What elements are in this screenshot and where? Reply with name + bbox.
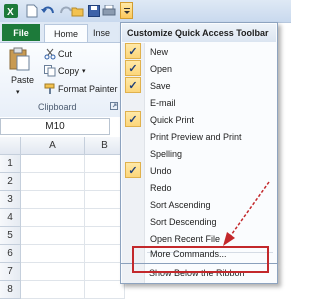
row-header[interactable]: 8 (0, 281, 21, 299)
menu-item-label: Save (150, 80, 171, 91)
column-header-a[interactable]: A (21, 137, 85, 155)
excel-icon[interactable]: X (3, 3, 18, 18)
row-header[interactable]: 1 (0, 155, 21, 173)
cell[interactable] (21, 155, 85, 173)
menu-item-label: Print Preview and Print (150, 131, 242, 142)
row-header[interactable]: 2 (0, 173, 21, 191)
row-header[interactable]: 5 (0, 227, 21, 245)
cell[interactable] (21, 209, 85, 227)
cell[interactable] (85, 281, 125, 299)
column-header-b[interactable]: B (85, 137, 125, 155)
open-icon[interactable] (70, 3, 85, 18)
copy-icon (44, 65, 56, 77)
menu-item-label: Sort Ascending (150, 199, 211, 210)
ribbon-tabs: File Home Inse (0, 22, 120, 42)
cell[interactable] (21, 245, 85, 263)
copy-button[interactable]: Copy (58, 64, 79, 78)
dialog-launcher-icon[interactable] (110, 102, 118, 110)
tab-insert[interactable]: Inse (93, 24, 110, 42)
menu-item-e-mail[interactable]: E-mail (122, 94, 276, 111)
menu-title: Customize Quick Access Toolbar (122, 24, 276, 42)
menu-item-label: Open (150, 63, 173, 74)
select-all-corner[interactable] (0, 137, 21, 155)
paste-dropdown-icon[interactable]: ▾ (16, 88, 20, 96)
svg-text:X: X (7, 7, 14, 18)
menu-item-print-preview-and-print[interactable]: Print Preview and Print (122, 128, 276, 145)
menu-item-spelling[interactable]: Spelling (122, 145, 276, 162)
tab-file[interactable]: File (2, 24, 40, 41)
clipboard-group-label: Clipboard (38, 102, 77, 112)
row-header[interactable]: 4 (0, 209, 21, 227)
copy-dropdown-icon[interactable]: ▾ (82, 64, 86, 78)
checkmark-icon: ✓ (125, 43, 141, 59)
cell[interactable] (85, 227, 125, 245)
menu-item-new[interactable]: ✓ New (122, 43, 276, 60)
checkmark-icon: ✓ (125, 162, 141, 178)
cell[interactable] (21, 191, 85, 209)
row-header[interactable]: 7 (0, 263, 21, 281)
formula-bar: M10 (0, 117, 125, 138)
menu-item-undo[interactable]: ✓ Undo (122, 162, 276, 179)
cell[interactable] (21, 263, 85, 281)
menu-item-label: E-mail (150, 97, 176, 108)
new-document-icon[interactable] (24, 3, 39, 18)
cell[interactable] (85, 263, 125, 281)
cut-icon (44, 48, 56, 60)
menu-item-label: Redo (150, 182, 172, 193)
more-commands-highlight (132, 246, 269, 273)
row-header[interactable]: 3 (0, 191, 21, 209)
checkmark-icon: ✓ (125, 60, 141, 76)
paste-icon[interactable] (8, 47, 30, 71)
format-painter-icon (44, 83, 56, 95)
cell[interactable] (85, 245, 125, 263)
menu-item-label: Spelling (150, 148, 183, 159)
cell[interactable] (21, 227, 85, 245)
menu-item-label: Undo (150, 165, 172, 176)
paste-button[interactable]: Paste (11, 75, 34, 85)
ribbon-clipboard-group: Paste ▾ Cut Copy ▾ Format Painter Clipbo… (0, 42, 125, 118)
menu-item-quick-print[interactable]: ✓ Quick Print (122, 111, 276, 128)
cell[interactable] (85, 173, 125, 191)
checkmark-icon: ✓ (125, 77, 141, 93)
cell[interactable] (85, 155, 125, 173)
cell[interactable] (85, 191, 125, 209)
cell[interactable] (21, 173, 85, 191)
checkmark-icon: ✓ (125, 111, 141, 127)
menu-item-label: Sort Descending (150, 216, 217, 227)
undo-icon[interactable] (40, 3, 55, 18)
row-header[interactable]: 6 (0, 245, 21, 263)
save-disk-icon[interactable] (86, 3, 101, 18)
cell[interactable] (85, 209, 125, 227)
cut-button[interactable]: Cut (58, 47, 72, 61)
print-icon[interactable] (101, 3, 116, 18)
customize-dropdown-icon[interactable] (120, 2, 133, 19)
quick-access-toolbar: X (0, 0, 291, 23)
menu-item-label: Quick Print (150, 114, 195, 125)
menu-item-save[interactable]: ✓ Save (122, 77, 276, 94)
menu-item-open[interactable]: ✓ Open (122, 60, 276, 77)
cell[interactable] (21, 281, 85, 299)
name-box[interactable]: M10 (0, 118, 110, 135)
pointer-arrow-icon (223, 181, 270, 246)
menu-item-label: New (150, 46, 169, 57)
spreadsheet-grid: A B 1 2 3 4 5 6 7 8 (0, 137, 125, 300)
format-painter-button[interactable]: Format Painter (58, 82, 118, 96)
tab-home[interactable]: Home (44, 24, 88, 42)
